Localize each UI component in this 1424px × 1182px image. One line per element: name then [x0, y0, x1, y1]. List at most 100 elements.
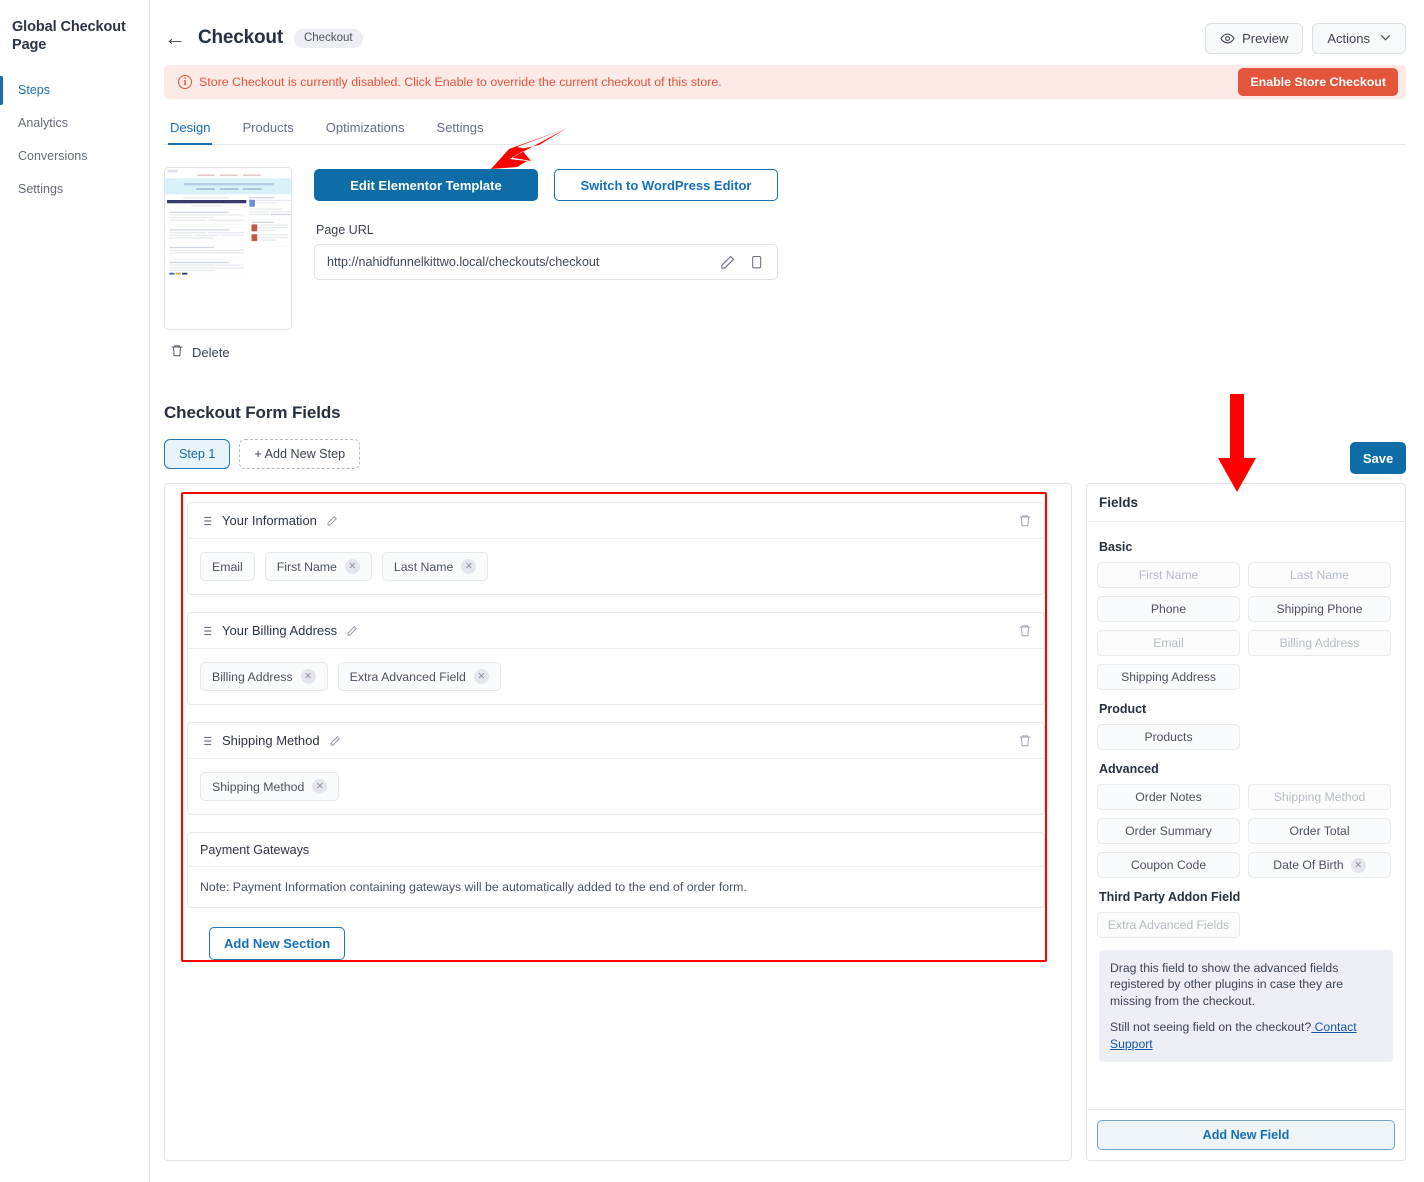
drag-list-icon[interactable] [199, 734, 213, 748]
sidebar-item-analytics[interactable]: Analytics [0, 107, 149, 140]
pencil-icon[interactable] [329, 735, 341, 747]
section-header: Shipping Method [188, 723, 1044, 759]
mock-logo [167, 169, 178, 173]
field-pill[interactable]: Billing Address ✕ [200, 662, 328, 691]
mock-card [167, 227, 247, 243]
mock-row [169, 219, 245, 223]
mock-hero [165, 178, 291, 195]
enable-store-checkout-button[interactable]: Enable Store Checkout [1238, 68, 1398, 96]
tab-settings[interactable]: Settings [435, 116, 486, 144]
mock-line [258, 229, 277, 231]
field-chip-shipping-address[interactable]: Shipping Address [1097, 664, 1240, 690]
field-pill[interactable]: Email [200, 552, 255, 581]
tab-optimizations[interactable]: Optimizations [324, 116, 407, 144]
field-pill[interactable]: First Name ✕ [264, 552, 372, 581]
mock-form-column [167, 197, 247, 279]
field-chip-order-notes[interactable]: Order Notes [1097, 784, 1240, 810]
remove-field-icon[interactable]: ✕ [312, 779, 328, 794]
section-fields: Email First Name ✕ Last Name ✕ [188, 539, 1044, 594]
app-root: Global Checkout Page Steps Analytics Con… [0, 0, 1424, 1182]
field-chip-shipping-phone[interactable]: Shipping Phone [1248, 596, 1391, 622]
section-title: Your Billing Address [222, 623, 338, 638]
editor-buttons: Edit Elementor Template Switch to WordPr… [314, 169, 778, 201]
field-chip-coupon-code[interactable]: Coupon Code [1097, 852, 1240, 878]
trash-icon [170, 343, 184, 361]
drag-list-icon[interactable] [199, 514, 213, 528]
content-tabs: Design Products Optimizations Settings [164, 116, 1406, 145]
actions-button[interactable]: Actions [1312, 22, 1406, 54]
tab-design[interactable]: Design [168, 116, 213, 145]
step-1-chip[interactable]: Step 1 [164, 439, 231, 469]
delete-step-button[interactable]: Delete [164, 343, 292, 361]
fields-group-basic: First Name Last Name Phone Shipping Phon… [1097, 562, 1395, 690]
fields-panel-info-box: Drag this field to show the advanced fie… [1099, 950, 1393, 1063]
field-chip-billing-address[interactable]: Billing Address [1248, 630, 1391, 656]
mock-card [249, 219, 291, 247]
field-chip-order-summary[interactable]: Order Summary [1097, 818, 1240, 844]
sidebar-item-settings[interactable]: Settings [0, 173, 149, 206]
copy-icon[interactable] [748, 254, 765, 271]
field-chip-date-of-birth[interactable]: Date Of Birth ✕ [1248, 852, 1391, 878]
field-pill[interactable]: Extra Advanced Field ✕ [337, 662, 501, 691]
remove-field-icon[interactable]: ✕ [473, 669, 489, 684]
delete-section-icon[interactable] [1018, 733, 1032, 748]
mock-summary-column [249, 197, 291, 279]
remove-field-icon[interactable]: ✕ [300, 669, 316, 684]
field-label: First Name [276, 559, 337, 574]
mock-line [182, 197, 231, 199]
field-label: Shipping Method [212, 779, 305, 794]
field-chip-order-total[interactable]: Order Total [1248, 818, 1391, 844]
fields-group-advanced: Order Notes Shipping Method Order Summar… [1097, 784, 1395, 878]
mock-line [169, 229, 230, 231]
field-chip-last-name[interactable]: Last Name [1248, 562, 1391, 588]
sidebar-item-steps[interactable]: Steps [0, 74, 149, 107]
design-actions: Edit Elementor Template Switch to WordPr… [314, 167, 778, 361]
mock-line [258, 234, 289, 236]
remove-field-icon[interactable]: ✕ [344, 559, 360, 574]
mock-line [258, 236, 289, 239]
field-pill[interactable]: Last Name ✕ [381, 552, 489, 581]
field-chip-phone[interactable]: Phone [1097, 596, 1240, 622]
remove-field-icon[interactable]: ✕ [461, 559, 477, 574]
save-button[interactable]: Save [1350, 442, 1406, 474]
mock-card [167, 244, 247, 258]
section-header: Your Billing Address [188, 613, 1044, 649]
field-chip-extra-advanced-fields[interactable]: Extra Advanced Fields [1097, 912, 1240, 938]
pencil-icon[interactable] [719, 254, 736, 271]
mock-line [249, 213, 270, 216]
section-shipping-method: Shipping Method Shipping Method ✕ [187, 722, 1045, 815]
delete-section-icon[interactable] [1018, 513, 1032, 528]
mock-line [249, 211, 270, 213]
page-url-input[interactable] [327, 255, 707, 269]
mock-step [220, 174, 238, 176]
drag-list-icon[interactable] [199, 624, 213, 638]
mock-hero-badges [171, 188, 287, 190]
field-chip-label: Date Of Birth [1273, 858, 1344, 872]
info-circle-icon: i [178, 75, 192, 89]
pencil-icon[interactable] [346, 625, 358, 637]
field-label: Extra Advanced Field [349, 669, 466, 684]
mock-line [249, 208, 283, 210]
add-new-section-button[interactable]: Add New Section [209, 927, 346, 960]
mock-steps [167, 174, 291, 176]
switch-to-wordpress-editor-button[interactable]: Switch to WordPress Editor [554, 169, 778, 201]
field-chip-shipping-method[interactable]: Shipping Method [1248, 784, 1391, 810]
mock-hero-headline [183, 182, 275, 186]
delete-section-icon[interactable] [1018, 623, 1032, 638]
back-arrow-icon[interactable]: ← [164, 27, 186, 49]
field-chip-products[interactable]: Products [1097, 724, 1240, 750]
sidebar-item-conversions[interactable]: Conversions [0, 140, 149, 173]
field-pill[interactable]: Shipping Method ✕ [200, 772, 340, 801]
eye-icon [1220, 31, 1235, 46]
preview-button[interactable]: Preview [1205, 22, 1304, 54]
checkout-page-thumbnail[interactable] [164, 167, 292, 330]
add-new-step-button[interactable]: + Add New Step [239, 439, 361, 469]
field-chip-first-name[interactable]: First Name [1097, 562, 1240, 588]
tab-products[interactable]: Products [240, 116, 295, 144]
field-chip-email[interactable]: Email [1097, 630, 1240, 656]
remove-field-icon[interactable]: ✕ [1350, 857, 1366, 873]
add-new-field-button[interactable]: Add New Field [1097, 1120, 1395, 1150]
fields-group-product: Products [1097, 724, 1395, 750]
pencil-icon[interactable] [326, 515, 338, 527]
edit-elementor-template-button[interactable]: Edit Elementor Template [314, 169, 538, 201]
